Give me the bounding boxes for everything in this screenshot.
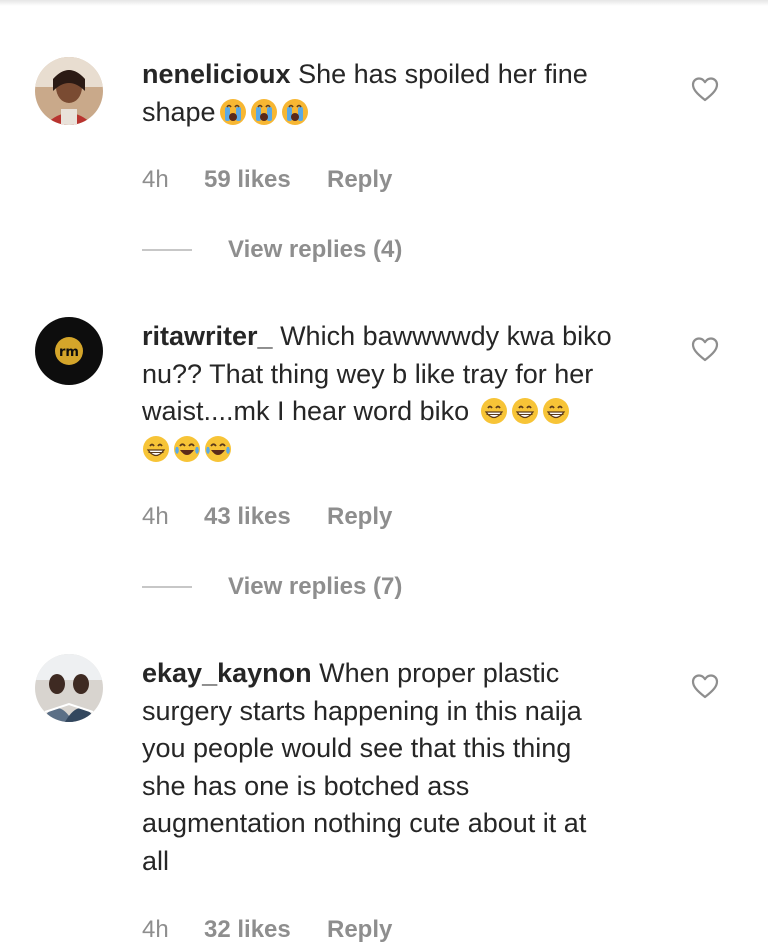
loudly-crying-face-icon [219,98,247,126]
view-replies-label: View replies (7) [228,573,403,600]
avatar[interactable]: rm [35,317,103,385]
replies-divider [142,249,192,251]
replies-divider [142,586,192,588]
loudly-crying-face-icon [281,98,309,126]
view-replies-button[interactable]: View replies (7) [142,573,402,601]
grinning-face-icon [511,397,539,425]
comment-username[interactable]: ekay_kaynon [142,658,312,688]
comment-line: She has spoiled her fine [298,59,588,89]
likes-count[interactable]: 43 likes [204,503,327,531]
comment-line: all [142,845,170,876]
avatar[interactable] [35,654,103,722]
comment-line: Which bawwwwdy kwa biko [280,321,612,351]
comment-line: When proper plastic [319,658,560,688]
grinning-face-icon [542,397,570,425]
comment-text: ritawriter_ Which bawwwwdy kwa biko nu??… [142,318,672,468]
tears-of-joy-face-icon [173,435,201,463]
comment-line: she has one is botched ass [142,770,470,801]
grinning-face-icon [142,435,170,463]
heart-outline-icon[interactable] [690,672,720,700]
reply-button[interactable]: Reply [327,166,392,194]
comment-timestamp: 4h [142,166,169,193]
comment-meta: 4h 43 likes Reply [142,503,392,531]
comment-username[interactable]: nenelicioux [142,59,291,89]
comment-timestamp: 4h [142,916,169,943]
comment-meta: 4h 32 likes Reply [142,916,392,944]
comment-line: augmentation nothing cute about it at [142,808,587,838]
view-replies-label: View replies (4) [228,236,403,263]
reply-button[interactable]: Reply [327,503,392,531]
comment-text: ekay_kaynon When proper plastic surgery … [142,655,672,880]
likes-count[interactable]: 32 likes [204,916,327,944]
comment-timestamp: 4h [142,503,169,530]
view-replies-button[interactable]: View replies (4) [142,236,402,264]
avatar-logo-text: rm [59,345,79,360]
heart-outline-icon[interactable] [690,75,720,103]
comment-line: surgery starts happening in this naija [142,695,582,726]
likes-count[interactable]: 59 likes [204,166,327,194]
tears-of-joy-face-icon [204,435,232,463]
comment-line: you people would see that this thing [142,733,572,763]
comment-line: waist....mk I hear word biko [142,396,470,426]
comment-line: nu?? That thing wey b like tray for her [142,358,594,389]
comment-username[interactable]: ritawriter_ [142,321,273,351]
comment-text: nenelicioux She has spoiled her fine sha… [142,56,672,131]
comment-meta: 4h 59 likes Reply [142,166,392,194]
heart-outline-icon[interactable] [690,335,720,363]
avatar[interactable] [35,57,103,125]
grinning-face-icon [480,397,508,425]
top-divider [0,0,768,6]
reply-button[interactable]: Reply [327,916,392,944]
comment-line: shape [142,96,216,127]
loudly-crying-face-icon [250,98,278,126]
